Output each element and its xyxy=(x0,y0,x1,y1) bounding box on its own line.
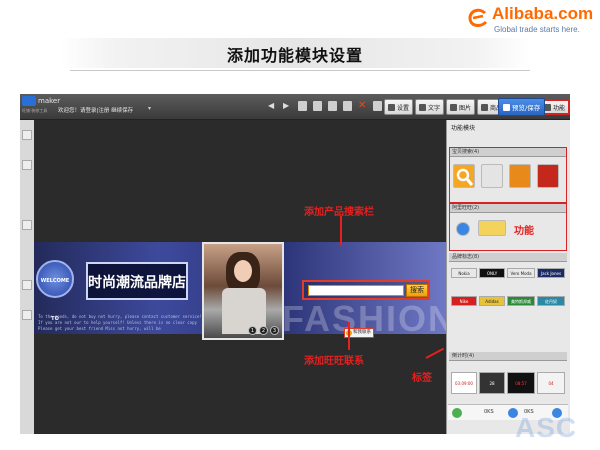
alibaba-logo: Alibaba.com Global trade starts here. xyxy=(466,4,598,38)
wangwang-annotation: 添加旺旺联系 xyxy=(304,356,364,367)
app-logo-badge-icon xyxy=(22,96,36,106)
wangwang-button-icon[interactable] xyxy=(478,220,506,236)
brand-thumb[interactable]: 美特斯邦威 xyxy=(507,296,535,306)
pager-dot[interactable]: 2 xyxy=(259,326,268,335)
slide-title: 添加功能模块设置 xyxy=(226,46,363,65)
preview-save-button[interactable]: 预览/保存 xyxy=(498,98,546,116)
brand-tagline: Global trade starts here. xyxy=(494,25,580,34)
paste-icon[interactable] xyxy=(313,101,322,111)
chevron-down-icon[interactable]: ▾ xyxy=(148,105,151,112)
search-module-group xyxy=(449,147,567,203)
function-annotation: 功能 xyxy=(514,226,534,237)
image-label: 图片 xyxy=(459,104,472,112)
model-photo[interactable]: 1 2 3 xyxy=(202,242,284,340)
pager-dot[interactable]: 3 xyxy=(270,326,279,335)
banner-notice: To the goods, do not buy not hurry, plea… xyxy=(38,314,202,331)
left-tool-strip xyxy=(20,120,34,434)
module-icon xyxy=(544,103,551,111)
countdown-thumb[interactable]: 28 xyxy=(479,372,505,394)
pager-dot[interactable]: 1 xyxy=(248,326,257,335)
welcome-badge: WELCOME TO xyxy=(36,260,74,322)
search-bar-annotation: 添加产品搜索栏 xyxy=(304,207,374,218)
brand-thumb[interactable]: Nokia xyxy=(451,268,477,278)
welcome-text[interactable]: 欢迎您！请登录|注册 继续保存 xyxy=(58,106,133,114)
text-label: 文字 xyxy=(428,104,441,112)
tab-brand[interactable]: 品牌标志(8) xyxy=(449,253,567,262)
brand-thumb[interactable]: ONLY xyxy=(479,268,505,278)
left-tool-item[interactable] xyxy=(22,220,32,230)
shop-name-box[interactable]: 时尚潮流品牌店 xyxy=(86,262,188,300)
image-icon xyxy=(450,103,457,111)
left-tool-item[interactable] xyxy=(22,310,32,320)
undo-icon[interactable]: ◀ xyxy=(268,101,277,111)
brand-thumb[interactable]: Nike xyxy=(451,296,477,306)
left-tool-item[interactable] xyxy=(22,130,32,140)
alibaba-e-icon xyxy=(468,8,488,27)
upload-icon[interactable] xyxy=(452,408,462,418)
search-annotation-arrow xyxy=(340,216,342,246)
text-icon xyxy=(419,103,426,111)
corner-watermark: ASC xyxy=(515,412,578,443)
app-subtitle: 旺铺·装修工具 xyxy=(22,108,48,113)
layer-down-icon[interactable] xyxy=(343,101,352,111)
top-toolbar: maker 旺铺·装修工具 欢迎您！请登录|注册 继续保存 ▾ ◀ ▶ ✕ 设置… xyxy=(20,94,570,120)
settings-button[interactable]: 设置 xyxy=(384,99,413,115)
settings-label: 设置 xyxy=(397,104,410,112)
goods-icon xyxy=(481,103,488,111)
photo-face xyxy=(234,260,252,282)
gear-icon xyxy=(388,103,395,111)
preview-label: 预览/保存 xyxy=(512,104,541,112)
title-divider xyxy=(70,70,530,71)
redo-icon[interactable]: ▶ xyxy=(283,101,292,111)
layer-up-icon[interactable] xyxy=(328,101,337,111)
edit-tools: ◀ ▶ ✕ xyxy=(268,101,382,111)
brand-thumb[interactable]: 佐丹奴 xyxy=(537,296,565,306)
countdown-thumb[interactable]: 03:09:00 xyxy=(451,372,477,394)
app-logo: maker xyxy=(22,96,60,106)
product-search-module[interactable]: 搜索 xyxy=(302,280,430,300)
function-module-panel: 功能模块 宝贝搜索(4) 阿里旺旺(2) 功能 品牌标志(8) Nokia ON… xyxy=(446,120,570,434)
module-label: 功能 xyxy=(553,104,566,112)
countdown-thumb[interactable]: 08:57 xyxy=(507,372,535,394)
search-bag-icon[interactable] xyxy=(509,164,531,188)
brand-thumb[interactable]: Jack Jones xyxy=(537,268,565,278)
delete-icon[interactable]: ✕ xyxy=(358,101,367,111)
tab-annotation: 标签 xyxy=(412,373,432,384)
wangwang-annotation-arrow xyxy=(348,322,350,350)
wangwang-module-group: 功能 xyxy=(449,203,567,251)
left-tool-item[interactable] xyxy=(22,160,32,170)
search-scene-icon[interactable] xyxy=(537,164,559,188)
tab-countdown[interactable]: 倒计时(4) xyxy=(449,352,567,361)
brand-thumb[interactable]: Vero Moda xyxy=(507,268,535,278)
wangwang-label: 和我联系 xyxy=(353,330,371,335)
brand-name: Alibaba.com xyxy=(492,4,594,23)
align-icon[interactable] xyxy=(373,101,382,111)
photo-pager: 1 2 3 xyxy=(248,326,279,335)
slide-title-band: 添加功能模块设置 xyxy=(60,38,530,68)
design-canvas[interactable]: WELCOME TO 时尚潮流品牌店 To the goods, do not … xyxy=(34,120,454,434)
search-input[interactable] xyxy=(308,285,404,296)
brand-thumb[interactable]: Adidas xyxy=(479,296,505,306)
app-logo-text: maker xyxy=(38,97,61,105)
app-window: maker 旺铺·装修工具 欢迎您！请登录|注册 继续保存 ▾ ◀ ▶ ✕ 设置… xyxy=(20,94,570,434)
taobao-icon[interactable] xyxy=(481,164,503,188)
copy-icon[interactable] xyxy=(298,101,307,111)
shop-name: 时尚潮流品牌店 xyxy=(88,275,186,291)
panel-title: 功能模块 xyxy=(451,125,476,132)
left-tool-item[interactable] xyxy=(22,280,32,290)
preview-icon xyxy=(503,103,510,111)
search-button[interactable]: 搜索 xyxy=(406,284,428,297)
status-upload: 0KS xyxy=(484,409,494,415)
countdown-thumb[interactable]: 04 xyxy=(537,372,565,394)
text-button[interactable]: 文字 xyxy=(415,99,444,115)
image-button[interactable]: 图片 xyxy=(446,99,475,115)
wangwang-round-icon[interactable] xyxy=(456,222,470,236)
magnifier-icon[interactable] xyxy=(453,164,475,188)
